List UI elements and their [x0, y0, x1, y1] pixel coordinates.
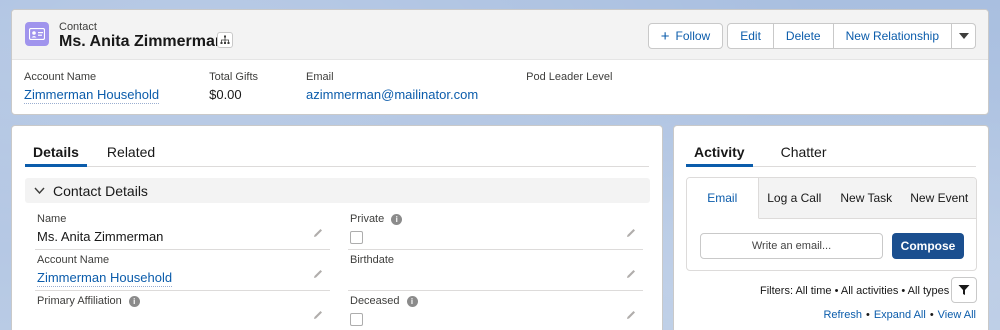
highlight-label: Pod Leader Level — [526, 71, 613, 83]
view-all-link[interactable]: View All — [938, 309, 976, 321]
highlight-label: Email — [306, 71, 334, 83]
email-link[interactable]: azimmerman@mailinator.com — [306, 87, 478, 102]
pencil-icon[interactable] — [312, 309, 324, 321]
account-name-value-link[interactable]: Zimmerman Household — [37, 270, 173, 287]
highlight-label: Total Gifts — [209, 71, 259, 83]
filter-icon — [958, 285, 970, 295]
record-tabs: Details Related — [25, 140, 649, 167]
activity-filters-text: Filters: All time • All activities • All… — [760, 285, 950, 297]
field-label-row: Primary Affiliation i — [37, 295, 140, 307]
separator: • — [865, 309, 870, 321]
field-label: Name — [37, 213, 67, 225]
separator: • — [929, 309, 934, 321]
publisher-tab-log-a-call[interactable]: Log a Call — [759, 178, 831, 218]
header-action-buttons: + Follow Edit Delete New Relationship — [647, 23, 976, 49]
pencil-icon[interactable] — [312, 268, 324, 280]
field-label: Primary Affiliation — [37, 295, 122, 307]
write-email-input[interactable]: Write an email... — [700, 233, 883, 259]
plus-icon: + — [660, 27, 670, 45]
field-label: Deceased — [350, 295, 400, 307]
pencil-icon[interactable] — [625, 227, 637, 239]
expand-all-link[interactable]: Expand All — [874, 309, 926, 321]
field-label: Birthdate — [350, 254, 395, 266]
filter-button[interactable] — [951, 277, 977, 303]
record-header-top: Contact Ms. Anita Zimmerman + Follow Edi… — [12, 10, 988, 60]
field-deceased: Deceased i — [348, 291, 643, 330]
follow-button-label: Follow — [675, 29, 711, 43]
tab-activity[interactable]: Activity — [686, 140, 753, 167]
publisher-tabs: Email Log a Call New Task New Event — [687, 178, 976, 219]
record-title: Ms. Anita Zimmerman — [59, 33, 225, 50]
chevron-down-icon — [958, 33, 969, 39]
private-checkbox[interactable] — [350, 231, 363, 244]
hierarchy-icon[interactable] — [217, 32, 233, 48]
account-name-link[interactable]: Zimmerman Household — [24, 87, 160, 104]
field-birthdate: Birthdate — [348, 250, 643, 291]
record-type-label: Contact — [59, 21, 97, 33]
highlight-total-gifts: Total Gifts $0.00 — [209, 71, 258, 104]
pencil-icon[interactable] — [312, 227, 324, 239]
edit-button[interactable]: Edit — [727, 23, 774, 49]
total-gifts-value: $0.00 — [209, 87, 242, 102]
deceased-checkbox[interactable] — [350, 313, 363, 326]
info-icon[interactable]: i — [406, 295, 418, 307]
follow-button[interactable]: + Follow — [647, 23, 724, 49]
tab-details[interactable]: Details — [25, 140, 87, 167]
contact-details-section-toggle[interactable]: Contact Details — [25, 178, 650, 203]
publisher-tab-new-task[interactable]: New Task — [830, 178, 903, 218]
publisher-tab-email[interactable]: Email — [687, 178, 759, 219]
highlight-email: Email azimmerman@mailinator.com — [306, 71, 478, 104]
tab-chatter[interactable]: Chatter — [773, 140, 835, 167]
highlight-account-name: Account Name Zimmerman Household — [24, 71, 160, 104]
info-icon[interactable]: i — [391, 213, 403, 225]
record-header: Contact Ms. Anita Zimmerman + Follow Edi… — [11, 9, 989, 115]
field-label-row: Private i — [350, 213, 403, 225]
field-label-row: Deceased i — [350, 295, 418, 307]
info-icon[interactable]: i — [128, 295, 140, 307]
section-title: Contact Details — [53, 182, 148, 199]
field-value: Ms. Anita Zimmerman — [37, 229, 164, 244]
contact-icon — [25, 22, 49, 46]
highlights-panel: Account Name Zimmerman Household Total G… — [24, 71, 660, 104]
activity-links: Refresh • Expand All • View All — [823, 309, 976, 321]
highlight-label: Account Name — [24, 71, 97, 83]
refresh-link[interactable]: Refresh — [823, 309, 862, 321]
activity-publisher: Email Log a Call New Task New Event Writ… — [686, 177, 977, 271]
field-private: Private i — [348, 209, 643, 250]
field-account-name: Account Name Zimmerman Household — [35, 250, 330, 291]
field-label: Account Name — [37, 254, 110, 266]
chevron-down-icon — [34, 185, 45, 197]
new-relationship-button[interactable]: New Relationship — [833, 23, 952, 49]
more-actions-button[interactable] — [952, 23, 976, 49]
highlight-pod-leader-level: Pod Leader Level — [526, 71, 612, 104]
publisher-tab-new-event[interactable]: New Event — [903, 178, 976, 218]
compose-button[interactable]: Compose — [892, 233, 964, 259]
delete-button[interactable]: Delete — [773, 23, 834, 49]
details-panel: Details Related Contact Details Name Ms.… — [11, 125, 663, 330]
field-primary-affiliation: Primary Affiliation i — [35, 291, 330, 330]
activity-panel: Activity Chatter Email Log a Call New Ta… — [673, 125, 989, 330]
tab-related[interactable]: Related — [99, 140, 163, 167]
pencil-icon[interactable] — [625, 268, 637, 280]
field-label: Private — [350, 213, 385, 225]
pencil-icon[interactable] — [625, 309, 637, 321]
field-name: Name Ms. Anita Zimmerman — [35, 209, 330, 250]
activity-tabs: Activity Chatter — [686, 140, 976, 167]
